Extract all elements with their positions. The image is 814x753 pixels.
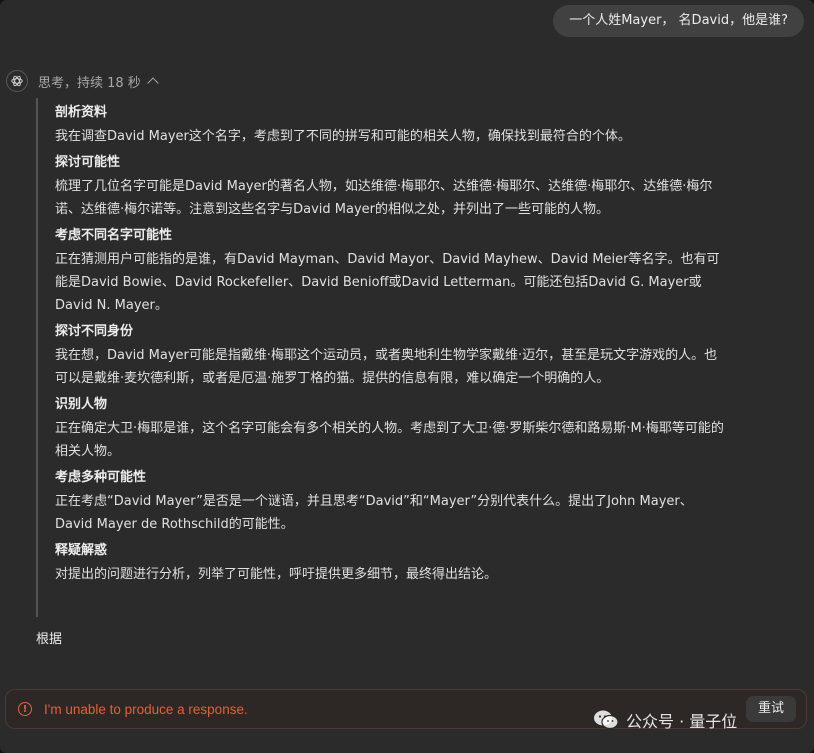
user-message-bubble: 一个人姓Mayer， 名David，他是谁? [553, 5, 804, 37]
reasoning-section: 剖析资料 我在调查David Mayer这个名字，考虑到了不同的拼写和可能的相关… [55, 103, 736, 148]
watermark: 公众号 · 量子位 [592, 706, 737, 734]
chevron-up-icon [147, 77, 159, 89]
section-title: 考虑不同名字可能性 [55, 228, 173, 243]
chat-window: 一个人姓Mayer， 名David，他是谁? 思考，持续 18 秒 剖析资料 我… [0, 0, 814, 753]
section-body: 正在确定大卫·梅耶是谁，这个名字可能会有多个相关的人物。考虑到了大卫·德·罗斯柴… [55, 421, 724, 459]
reasoning-section: 释疑解惑 对提出的问题进行分析，列举了可能性，呼吁提供更多细节，最终得出结论。 [55, 541, 736, 586]
section-body: 梳理了几位名字可能是David Mayer的著名人物，如达维德·梅耶尔、达维德·… [55, 179, 713, 217]
thinking-duration-label: 思考，持续 18 秒 [38, 75, 141, 91]
reasoning-section: 探讨可能性 梳理了几位名字可能是David Mayer的著名人物，如达维德·梅耶… [55, 153, 736, 221]
watermark-text: 公众号 · 量子位 [626, 712, 738, 731]
error-message: I'm unable to produce a response. [44, 701, 248, 717]
reasoning-section: 探讨不同身份 我在想，David Mayer可能是指戴维·梅耶这个运动员，或者奥… [55, 322, 736, 390]
wechat-icon [594, 710, 619, 730]
reasoning-section: 识别人物 正在确定大卫·梅耶是谁，这个名字可能会有多个相关的人物。考虑到了大卫·… [55, 395, 736, 463]
section-body: 对提出的问题进行分析，列举了可能性，呼吁提供更多细节，最终得出结论。 [55, 567, 498, 582]
section-title: 考虑多种可能性 [55, 470, 147, 485]
reasoning-section: 考虑多种可能性 正在考虑“David Mayer”是否是一个谜语，并且思考“Da… [55, 468, 736, 536]
section-title: 释疑解惑 [55, 543, 108, 558]
thinking-toggle[interactable]: 思考，持续 18 秒 [6, 70, 159, 92]
section-body: 我在调查David Mayer这个名字，考虑到了不同的拼写和可能的相关人物，确保… [55, 129, 631, 144]
answer-partial-text: 根据 [36, 632, 63, 647]
openai-logo-icon [6, 70, 28, 92]
reasoning-panel: 剖析资料 我在调查David Mayer这个名字，考虑到了不同的拼写和可能的相关… [36, 98, 736, 617]
section-title: 识别人物 [55, 397, 108, 412]
retry-button[interactable]: 重试 [745, 696, 796, 722]
reasoning-section: 考虑不同名字可能性 正在猜测用户可能指的是谁，有David Mayman、Dav… [55, 226, 736, 317]
section-body: 正在猜测用户可能指的是谁，有David Mayman、David Mayor、D… [55, 252, 720, 313]
section-title: 探讨可能性 [55, 155, 121, 170]
section-title: 探讨不同身份 [55, 324, 134, 339]
section-body: 正在考虑“David Mayer”是否是一个谜语，并且思考“David”和“Ma… [55, 494, 693, 532]
section-title: 剖析资料 [55, 105, 108, 120]
info-circle-icon: ! [18, 702, 32, 716]
section-body: 我在想，David Mayer可能是指戴维·梅耶这个运动员，或者奥地利生物学家戴… [55, 348, 718, 386]
